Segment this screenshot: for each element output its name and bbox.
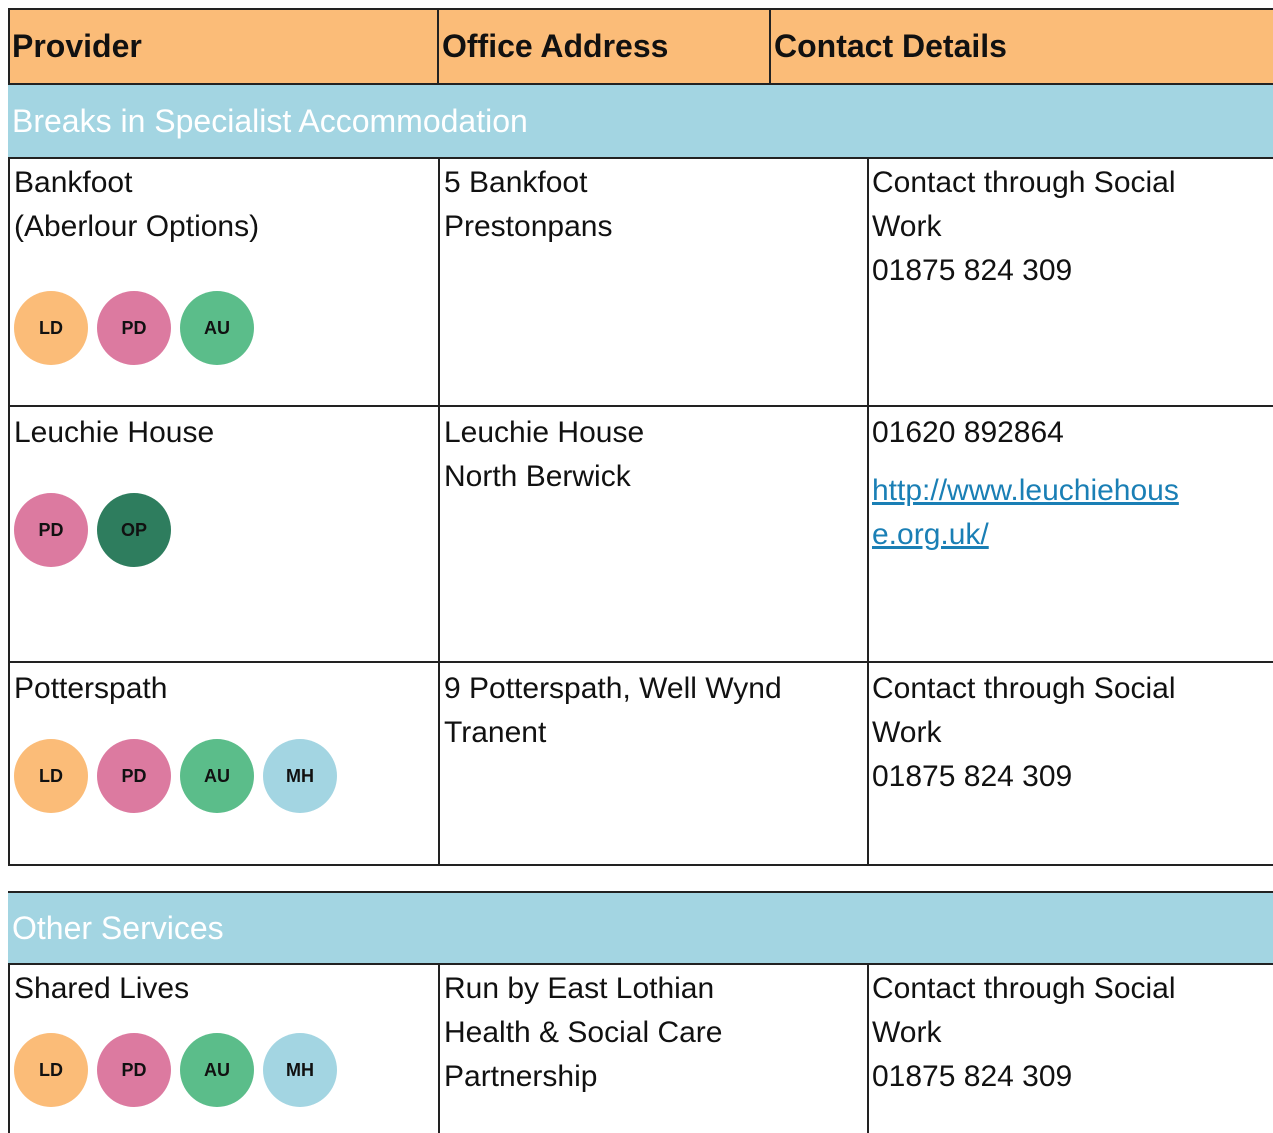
badge-ld: LD <box>14 739 88 813</box>
badge-pd: PD <box>97 739 171 813</box>
badge-au: AU <box>180 291 254 365</box>
address-cell-line: 9 Potterspath, Well Wynd <box>444 672 782 705</box>
address-cell: Run by East Lothian Health & Social Care P… <box>440 963 866 1133</box>
section-band-other: Other Services <box>8 891 1273 963</box>
contact-cell: Contact through Social Work 01875 824 309 <box>868 157 1273 407</box>
provider-cell-line: Potterspath <box>14 672 168 705</box>
badge-pd: PD <box>97 1033 171 1107</box>
column-divider <box>438 407 440 663</box>
address-cell-line: Partnership <box>444 1060 598 1093</box>
address-cell-line: Leuchie House <box>444 416 645 449</box>
provider-cell-line: Shared Lives <box>14 972 190 1005</box>
contact-cell-line: Contact through Social <box>872 672 1176 705</box>
contact-cell-line: Contact through Social <box>872 166 1176 199</box>
category-badges: LD PD AU MH <box>14 1033 337 1107</box>
address-cell: 5 Bankfoot Prestonpans <box>440 157 866 407</box>
column-divider <box>438 663 440 866</box>
provider-cell-line: Leuchie House <box>14 416 215 449</box>
header-divider <box>769 10 771 83</box>
contact-cell-line: 01875 824 309 <box>872 760 1073 793</box>
website-link[interactable]: http://www.leuchiehous <box>872 469 1273 513</box>
category-badges: LD PD AU MH <box>14 739 337 813</box>
provider-cell-line: (Aberlour Options) <box>14 210 260 243</box>
badge-au: AU <box>180 739 254 813</box>
address-cell-line: Tranent <box>444 716 547 749</box>
category-badges: LD PD AU <box>14 291 254 365</box>
badge-pd: PD <box>14 493 88 567</box>
column-divider <box>867 157 869 407</box>
contact-cell-line: Work <box>872 210 942 243</box>
contact-cell-line: 01875 824 309 <box>872 1060 1073 1093</box>
address-cell-line: 5 Bankfoot <box>444 166 588 199</box>
address-cell-line: Prestonpans <box>444 210 613 243</box>
header-office-address: Office Address <box>442 28 669 64</box>
badge-ld: LD <box>14 291 88 365</box>
provider-cell-line: Bankfoot <box>14 166 133 199</box>
address-cell-line: Run by East Lothian <box>444 972 715 1005</box>
contact-cell-line: Work <box>872 1016 942 1049</box>
column-divider <box>867 663 869 866</box>
contact-cell: 01620 892864 http://www.leuchiehous e.org… <box>868 407 1273 663</box>
badge-ld: LD <box>14 1033 88 1107</box>
column-divider <box>867 963 869 1133</box>
badge-au: AU <box>180 1033 254 1107</box>
section-band-specialist: Breaks in Specialist Accommodation <box>8 85 1273 157</box>
contact-cell-line: 01620 892864 <box>872 416 1064 449</box>
header-provider: Provider <box>12 28 142 64</box>
column-divider <box>438 963 440 1133</box>
table-row: Bankfoot (Aberlour Options) 5 Bankfoot Pres… <box>10 157 1273 407</box>
address-cell: Leuchie House North Berwick <box>440 407 866 663</box>
header-divider <box>437 10 439 83</box>
badge-mh: MH <box>263 1033 337 1107</box>
contact-cell-line: 01875 824 309 <box>872 254 1073 287</box>
header-divider <box>8 10 10 83</box>
table-row: Leuchie House Leuchie House North Berwick 0… <box>10 407 1273 663</box>
address-cell-line: North Berwick <box>444 460 631 493</box>
badge-pd: PD <box>97 291 171 365</box>
address-cell-line: Health & Social Care <box>444 1016 723 1049</box>
table-row: Potterspath 9 Potterspath, Well Wynd Trane… <box>10 663 1273 866</box>
contact-cell: Contact through Social Work 01875 824 309 <box>868 663 1273 866</box>
provider-cell: Bankfoot (Aberlour Options) <box>10 157 438 407</box>
category-badges: PD OP <box>14 493 171 567</box>
table-row: Shared Lives Run by East Lothian Health & … <box>10 963 1273 1133</box>
contact-cell-line: Work <box>872 716 942 749</box>
address-cell: 9 Potterspath, Well Wynd Tranent <box>440 663 866 866</box>
badge-op: OP <box>97 493 171 567</box>
header-contact-details: Contact Details <box>774 28 1007 64</box>
column-divider <box>438 157 440 407</box>
contact-cell: Contact through Social Work 01875 824 309 <box>868 963 1273 1133</box>
section1-table: Bankfoot (Aberlour Options) 5 Bankfoot Pres… <box>8 157 1273 866</box>
website-link[interactable]: e.org.uk/ <box>872 513 1273 557</box>
table-header: Provider Office Address Contact Details <box>8 8 1273 85</box>
providers-document: Provider Office Address Contact Details … <box>0 0 1273 1133</box>
badge-mh: MH <box>263 739 337 813</box>
section2-table: Shared Lives Run by East Lothian Health & … <box>8 963 1273 1133</box>
contact-cell-line: Contact through Social <box>872 972 1176 1005</box>
column-divider <box>867 407 869 663</box>
